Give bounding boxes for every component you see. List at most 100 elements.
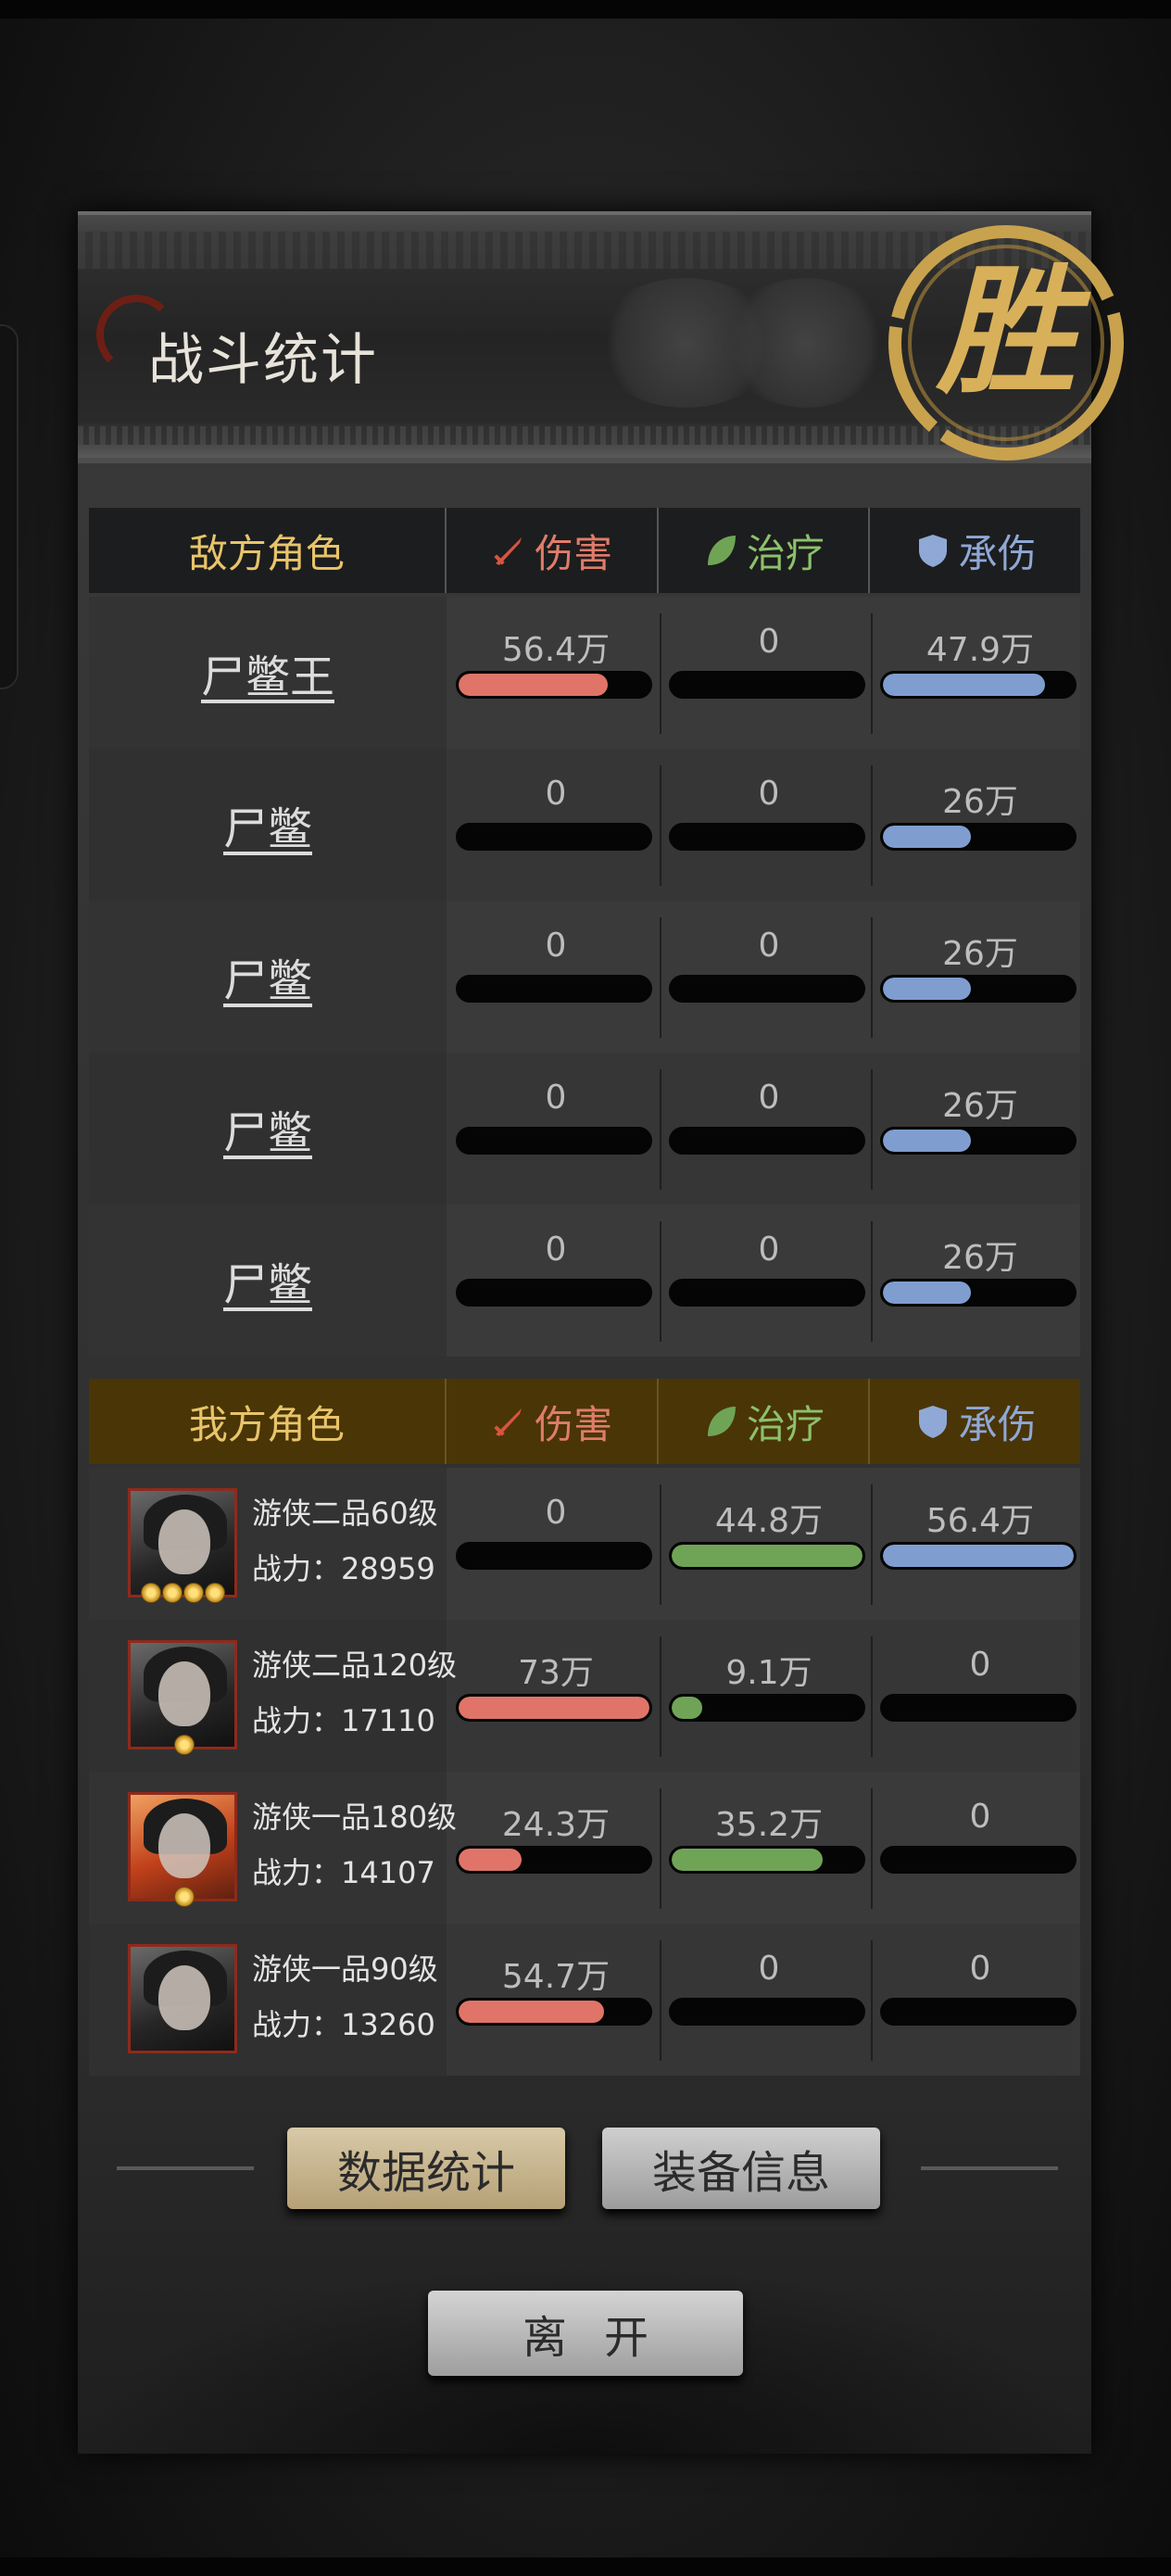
enemy-row[interactable]: 尸鳖 0 0 26万	[89, 749, 1080, 901]
enemy-row[interactable]: 尸鳖 0 0 26万	[89, 1053, 1080, 1205]
enemy-row[interactable]: 尸鳖王 56.4万 0 47.9万	[89, 597, 1080, 749]
taken-cell: 26万	[875, 1205, 1086, 1357]
column-separator	[871, 1940, 873, 2061]
taken-value: 26万	[942, 783, 1018, 821]
portrait-face	[158, 1661, 210, 1726]
column-separator	[660, 1069, 661, 1190]
taken-value: 47.9万	[925, 631, 1035, 669]
damage-cell: 0	[450, 1053, 661, 1205]
star-icon	[174, 1735, 195, 1755]
hero-name: 游侠二品60级	[252, 1496, 438, 1531]
star-rating	[174, 1735, 195, 1755]
damage-bar-fill	[459, 674, 608, 696]
heal-value: 9.1万	[725, 1654, 812, 1692]
damage-header-label: 伤害	[535, 530, 613, 576]
damage-value: 0	[545, 1079, 567, 1117]
taken-bar	[880, 1998, 1077, 2026]
damage-bar	[456, 975, 652, 1003]
hero-portrait[interactable]	[128, 1944, 237, 2053]
bottom-bar	[0, 2557, 1171, 2576]
ally-table-header: 我方角色 伤害 治疗 承伤	[89, 1379, 1080, 1464]
ally-row[interactable]: 游侠二品60级 战力：28959 0 44.8万 56.4万	[89, 1468, 1080, 1620]
star-rating	[141, 1583, 225, 1603]
heal-cell: 0	[663, 1924, 875, 2076]
taken-cell: 0	[875, 1772, 1086, 1924]
column-separator	[660, 1221, 661, 1342]
damage-bar-fill	[459, 2001, 604, 2023]
taken-bar-fill	[883, 1130, 971, 1152]
heal-bar	[669, 1998, 865, 2026]
taken-cell: 26万	[875, 749, 1086, 901]
heal-bar	[669, 671, 865, 699]
taken-bar-fill	[883, 1545, 1074, 1567]
heal-header-label: 治疗	[746, 1401, 825, 1447]
heal-cell: 44.8万	[663, 1468, 875, 1620]
tab-equipment-info[interactable]: 装备信息	[602, 2128, 880, 2209]
heal-bar	[669, 1127, 865, 1155]
taken-bar-fill	[883, 826, 971, 848]
enemy-name-link[interactable]: 尸鳖	[89, 1205, 447, 1357]
taken-value: 0	[969, 1646, 991, 1684]
taken-value: 0	[969, 1950, 991, 1988]
ally-row[interactable]: 游侠二品120级 战力：17110 73万 9.1万 0	[89, 1620, 1080, 1772]
damage-cell: 0	[450, 749, 661, 901]
heal-bar	[669, 1279, 865, 1307]
hero-portrait[interactable]	[128, 1488, 237, 1597]
ally-row[interactable]: 游侠一品180级 战力：14107 24.3万 35.2万 0	[89, 1772, 1080, 1924]
heal-value: 0	[758, 1231, 780, 1269]
damage-value: 0	[545, 775, 567, 813]
heal-column-header: 治疗	[656, 508, 869, 593]
ally-row[interactable]: 游侠一品90级 战力：13260 54.7万 0 0	[89, 1924, 1080, 2076]
column-separator	[660, 1788, 661, 1909]
damage-cell: 54.7万	[450, 1924, 661, 2076]
taken-value: 56.4万	[925, 1502, 1035, 1540]
enemy-row[interactable]: 尸鳖 0 0 26万	[89, 1205, 1080, 1357]
heal-value: 0	[758, 623, 780, 661]
enemy-row[interactable]: 尸鳖 0 0 26万	[89, 901, 1080, 1053]
enemy-name-link[interactable]: 尸鳖	[89, 749, 447, 901]
enemy-name-link[interactable]: 尸鳖王	[89, 597, 447, 749]
damage-bar	[456, 1279, 652, 1307]
enemy-name-link[interactable]: 尸鳖	[89, 901, 447, 1053]
column-separator	[871, 613, 873, 734]
cloud-ornament	[723, 278, 889, 408]
column-separator	[871, 765, 873, 886]
victory-seal-char: 胜	[935, 250, 1091, 413]
heal-cell: 0	[663, 749, 875, 901]
damage-value: 54.7万	[501, 1958, 611, 1996]
taken-column-header: 承伤	[868, 1379, 1080, 1464]
column-separator	[660, 613, 661, 734]
star-icon	[205, 1583, 225, 1603]
heal-value: 44.8万	[714, 1502, 824, 1540]
hero-power: 战力：28959	[252, 1551, 435, 1586]
taken-cell: 56.4万	[875, 1468, 1086, 1620]
damage-bar-fill	[459, 1849, 522, 1871]
heal-column-header: 治疗	[656, 1379, 869, 1464]
damage-value: 73万	[518, 1654, 594, 1692]
taken-cell: 0	[875, 1924, 1086, 2076]
column-separator	[871, 1484, 873, 1605]
heal-bar	[669, 823, 865, 851]
taken-cell: 47.9万	[875, 597, 1086, 749]
column-separator	[660, 765, 661, 886]
leave-button[interactable]: 离开	[428, 2291, 743, 2376]
damage-bar	[456, 823, 652, 851]
shield-icon	[918, 1406, 947, 1438]
divider-line	[117, 2166, 254, 2170]
heal-bar	[669, 1694, 865, 1722]
enemy-name-link[interactable]: 尸鳖	[89, 1053, 447, 1205]
heal-cell: 35.2万	[663, 1772, 875, 1924]
hero-portrait[interactable]	[128, 1792, 237, 1901]
damage-cell: 24.3万	[450, 1772, 661, 1924]
column-separator	[871, 917, 873, 1038]
damage-bar	[456, 671, 652, 699]
portrait-face	[158, 1965, 210, 2030]
damage-value: 0	[545, 1231, 567, 1269]
heal-value: 0	[758, 1950, 780, 1988]
portrait-face	[158, 1509, 210, 1574]
tab-data-stats[interactable]: 数据统计	[287, 2128, 565, 2209]
damage-cell: 73万	[450, 1620, 661, 1772]
hero-portrait[interactable]	[128, 1640, 237, 1749]
status-bar	[0, 0, 1171, 19]
hero-name: 游侠一品180级	[252, 1799, 458, 1835]
